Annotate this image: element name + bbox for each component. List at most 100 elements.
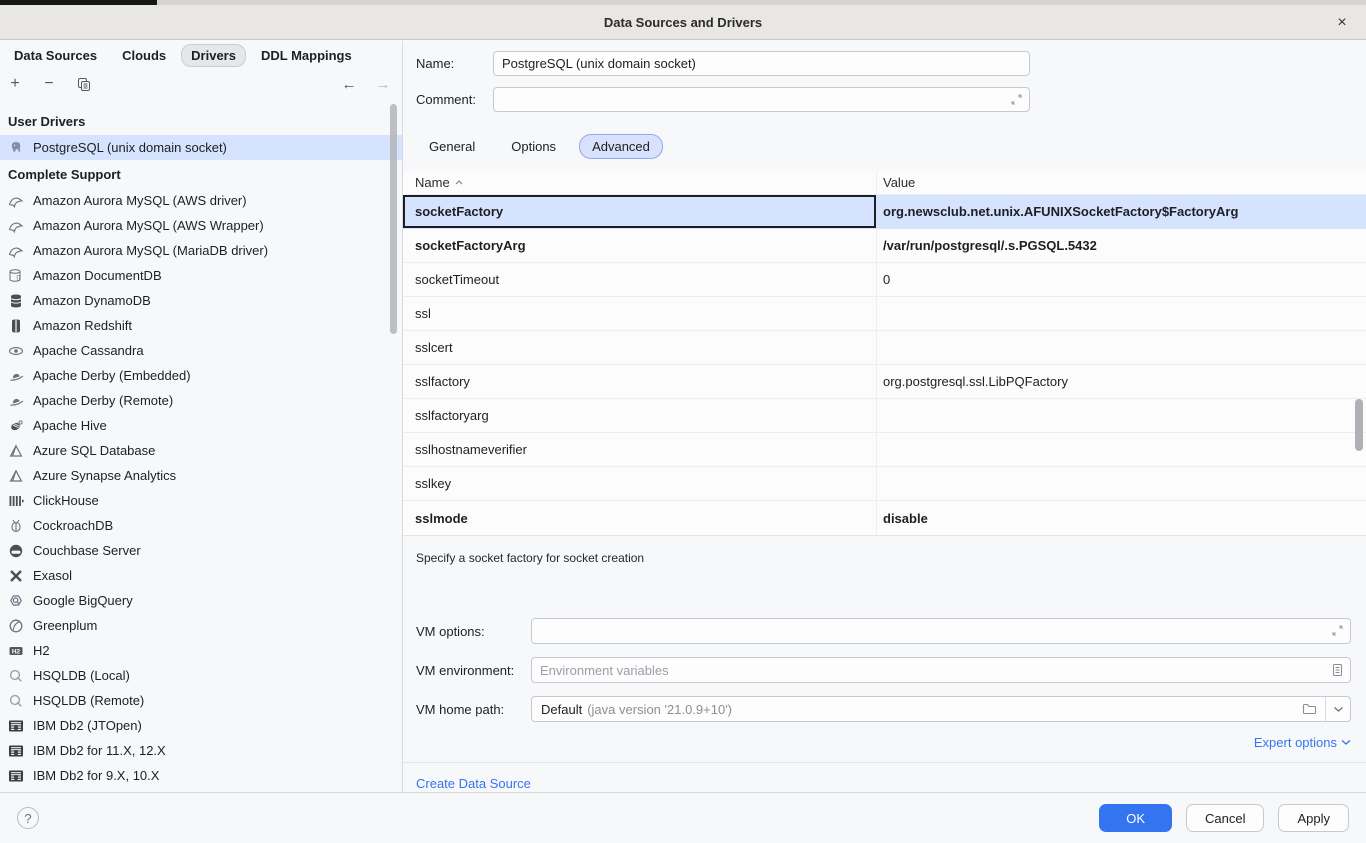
property-name-cell[interactable]: sslkey (403, 467, 876, 500)
vm-home-path-combobox[interactable]: Default (java version '21.0.9+10') (531, 696, 1351, 722)
property-name-cell[interactable]: socketFactory (403, 195, 876, 228)
tree-item[interactable]: Apache Derby (Embedded) (0, 363, 402, 388)
tree-item[interactable]: CockroachDB (0, 513, 402, 538)
top-tab-ddl-mappings[interactable]: DDL Mappings (251, 44, 362, 67)
top-tab-data-sources[interactable]: Data Sources (4, 44, 107, 67)
comment-input[interactable] (493, 87, 1030, 112)
property-row[interactable]: socketFactoryorg.newsclub.net.unix.AFUNI… (403, 195, 1366, 229)
tree-item[interactable]: Amazon DynamoDB (0, 288, 402, 313)
vm-settings: VM options: VM environment: (416, 618, 1351, 722)
env-variables-icon[interactable] (1331, 663, 1344, 677)
ok-button[interactable]: OK (1099, 804, 1172, 832)
tree-item[interactable]: PostgreSQL (unix domain socket) (0, 135, 402, 160)
property-row[interactable]: sslfactoryarg (403, 399, 1366, 433)
property-row[interactable]: sslmodedisable (403, 501, 1366, 535)
column-header-name[interactable]: Name (403, 171, 876, 194)
tree-item[interactable]: Apache Hive (0, 413, 402, 438)
property-name-cell[interactable]: sslcert (403, 331, 876, 364)
tree-item[interactable]: Greenplum (0, 613, 402, 638)
property-value-cell[interactable] (876, 467, 1351, 500)
tree-item-label: Azure Synapse Analytics (33, 468, 176, 483)
tree-item[interactable]: Apache Cassandra (0, 338, 402, 363)
tree-item-label: Azure SQL Database (33, 443, 155, 458)
vm-options-row: VM options: (416, 618, 1351, 644)
property-value-cell[interactable] (876, 331, 1351, 364)
tree-item[interactable]: HSQLDB (Local) (0, 663, 402, 688)
db2-icon (8, 718, 24, 734)
property-name-cell[interactable]: socketTimeout (403, 263, 876, 296)
property-row[interactable]: sslkey (403, 467, 1366, 501)
folder-icon[interactable] (1302, 702, 1317, 716)
property-name-cell[interactable]: sslfactoryarg (403, 399, 876, 432)
help-icon[interactable]: ? (17, 807, 39, 829)
property-name-cell[interactable]: sslmode (403, 501, 876, 535)
top-tab-clouds[interactable]: Clouds (112, 44, 176, 67)
name-input[interactable] (493, 51, 1030, 76)
tree-item[interactable]: H2H2 (0, 638, 402, 663)
property-row[interactable]: sslfactoryorg.postgresql.ssl.LibPQFactor… (403, 365, 1366, 399)
vm-options-input[interactable] (531, 618, 1351, 644)
form-tab-options[interactable]: Options (498, 134, 569, 159)
back-icon[interactable]: ← (340, 75, 358, 93)
tree-item[interactable]: IBM Db2 for 11.X, 12.X (0, 738, 402, 763)
tree-item[interactable]: Apache Derby (Remote) (0, 388, 402, 413)
tree-section-header: User Drivers (0, 107, 402, 135)
property-value-cell[interactable] (876, 433, 1351, 466)
column-header-value[interactable]: Value (876, 171, 1351, 194)
form-tab-advanced[interactable]: Advanced (579, 134, 663, 159)
create-data-source-row: Create Data Source (403, 763, 1366, 791)
tree-item[interactable]: Azure SQL Database (0, 438, 402, 463)
table-scrollbar-thumb[interactable] (1355, 399, 1363, 451)
property-value-cell[interactable]: org.newsclub.net.unix.AFUNIXSocketFactor… (876, 195, 1351, 228)
expand-editor-icon[interactable] (1010, 93, 1023, 106)
tree-item[interactable]: Couchbase Server (0, 538, 402, 563)
expert-options-link[interactable]: Expert options (1254, 735, 1351, 750)
tree-item[interactable]: {}Amazon DocumentDB (0, 263, 402, 288)
remove-icon[interactable]: − (40, 75, 58, 93)
vm-environment-label: VM environment: (416, 663, 531, 678)
tree-item[interactable]: Azure Synapse Analytics (0, 463, 402, 488)
driver-form: Name: Comment: (403, 41, 1366, 112)
cancel-button[interactable]: Cancel (1186, 804, 1264, 832)
property-name-cell[interactable]: ssl (403, 297, 876, 330)
tree-item[interactable]: Amazon Aurora MySQL (MariaDB driver) (0, 238, 402, 263)
tree-item[interactable]: Amazon Aurora MySQL (AWS Wrapper) (0, 213, 402, 238)
tree-item-label: Greenplum (33, 618, 97, 633)
tree-item[interactable]: ClickHouse (0, 488, 402, 513)
forward-icon[interactable]: → (374, 75, 392, 93)
property-value-cell[interactable]: 0 (876, 263, 1351, 296)
form-tab-general[interactable]: General (416, 134, 488, 159)
tree-item[interactable]: IBM Db2 (JTOpen) (0, 713, 402, 738)
tree-item[interactable]: Amazon Aurora MySQL (AWS driver) (0, 188, 402, 213)
property-name-cell[interactable]: socketFactoryArg (403, 229, 876, 262)
property-row[interactable]: sslhostnameverifier (403, 433, 1366, 467)
close-icon[interactable]: × (1331, 12, 1353, 34)
tree-item[interactable]: Amazon Redshift (0, 313, 402, 338)
create-data-source-link[interactable]: Create Data Source (416, 776, 531, 791)
apply-button[interactable]: Apply (1278, 804, 1349, 832)
expand-editor-icon[interactable] (1331, 624, 1344, 637)
vm-environment-input[interactable] (531, 657, 1351, 683)
combo-dropdown-button[interactable] (1325, 697, 1350, 721)
left-scrollbar-thumb[interactable] (390, 104, 397, 334)
vm-environment-row: VM environment: (416, 657, 1351, 683)
property-row[interactable]: socketTimeout0 (403, 263, 1366, 297)
property-name-cell[interactable]: sslhostnameverifier (403, 433, 876, 466)
add-icon[interactable]: + (6, 75, 24, 93)
tree-item[interactable]: IBM Db2 for 9.X, 10.X (0, 763, 402, 788)
top-tab-bar: Data SourcesCloudsDriversDDL Mappings (0, 41, 402, 68)
property-row[interactable]: ssl (403, 297, 1366, 331)
tree-item[interactable]: Exasol (0, 563, 402, 588)
tree-item[interactable]: Google BigQuery (0, 588, 402, 613)
property-value-cell[interactable]: /var/run/postgresql/.s.PGSQL.5432 (876, 229, 1351, 262)
property-row[interactable]: socketFactoryArg/var/run/postgresql/.s.P… (403, 229, 1366, 263)
tree-item[interactable]: HSQLDB (Remote) (0, 688, 402, 713)
property-name-cell[interactable]: sslfactory (403, 365, 876, 398)
top-tab-drivers[interactable]: Drivers (181, 44, 246, 67)
property-value-cell[interactable]: org.postgresql.ssl.LibPQFactory (876, 365, 1351, 398)
property-value-cell[interactable] (876, 297, 1351, 330)
duplicate-icon[interactable] (74, 75, 92, 93)
property-value-cell[interactable] (876, 399, 1351, 432)
property-value-cell[interactable]: disable (876, 501, 1351, 535)
property-row[interactable]: sslcert (403, 331, 1366, 365)
